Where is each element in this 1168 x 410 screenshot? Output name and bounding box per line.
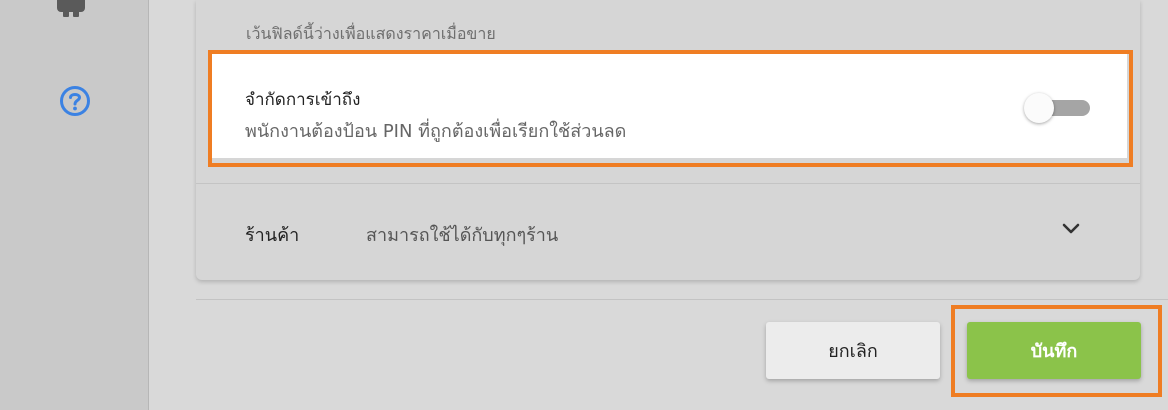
- save-button[interactable]: บันทึก: [967, 322, 1141, 379]
- gear-icon[interactable]: [57, 0, 85, 18]
- sidebar: [0, 0, 149, 410]
- price-field-hint: เว้นฟิลด์นี้ว่างเพื่อแสดงราคาเมื่อขาย: [246, 24, 496, 43]
- cancel-button[interactable]: ยกเลิก: [766, 322, 940, 379]
- footer-divider: [196, 299, 1168, 300]
- stores-value[interactable]: สามารถใช้ได้กับทุกๆร้าน: [366, 220, 558, 249]
- toggle-knob: [1024, 93, 1054, 123]
- help-icon[interactable]: [58, 84, 92, 118]
- restrict-access-title: จำกัดการเข้าถึง: [245, 90, 361, 110]
- stores-label: ร้านค้า: [245, 225, 300, 246]
- chevron-down-icon[interactable]: [1058, 218, 1084, 238]
- restrict-access-description: พนักงานต้องป้อน PIN ที่ถูกต้องเพื่อเรียก…: [245, 121, 627, 142]
- restrict-access-toggle[interactable]: [1024, 93, 1090, 123]
- divider: [196, 183, 1140, 184]
